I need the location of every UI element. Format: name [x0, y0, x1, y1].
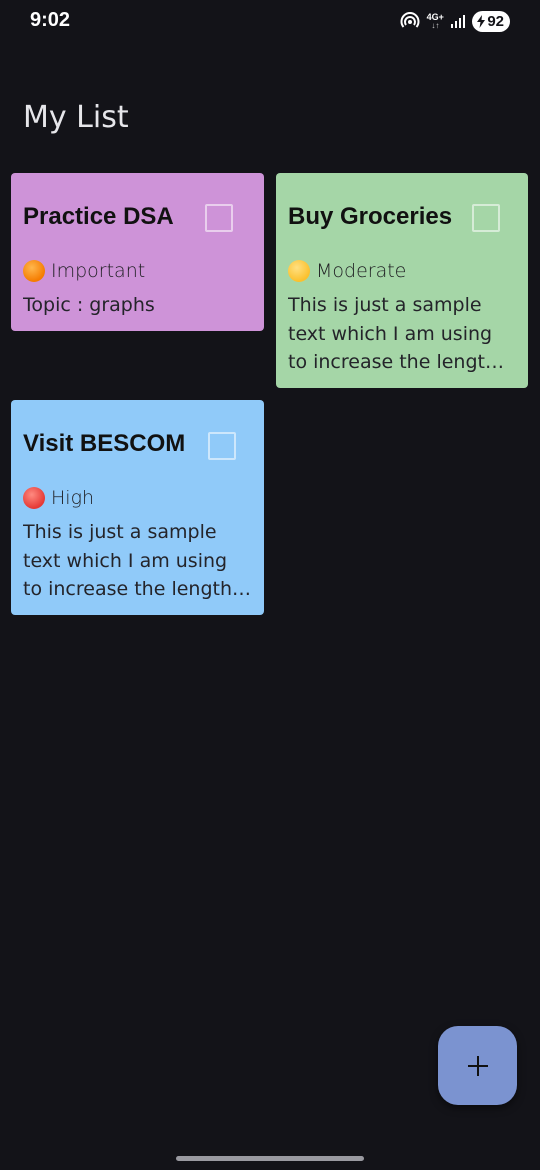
priority-row: High [23, 487, 94, 509]
status-bar: 9:02 4G+ ↓↑ 92 [0, 0, 540, 44]
priority-row: Important [23, 260, 145, 282]
battery-badge: 92 [472, 10, 510, 32]
network-indicator: 4G+ ↓↑ [426, 11, 444, 30]
priority-label: High [51, 487, 95, 509]
task-checkbox[interactable] [205, 204, 233, 232]
priority-red-dot-icon [23, 487, 45, 509]
task-description: This is just a sample text which I am us… [288, 294, 498, 373]
battery-charging-icon [477, 14, 486, 28]
priority-label: Moderate [316, 260, 407, 282]
task-card-visit-bescom[interactable]: Visit BESCOM High This is just a sample … [11, 400, 264, 615]
status-time: 9:02 [30, 9, 71, 31]
page-title: My List [23, 100, 129, 135]
network-arrows: ↓↑ [431, 20, 440, 30]
task-description: This is just a sample text which I am us… [23, 521, 233, 600]
signal-icon [451, 15, 466, 28]
network-type: 4G+ [426, 11, 444, 22]
app-screen: 9:02 4G+ ↓↑ 92 My List Practice DSA Impo… [0, 0, 540, 1170]
task-title: Visit BESCOM [23, 430, 186, 457]
battery-level: 92 [487, 12, 504, 30]
task-description: Topic : graphs [23, 294, 155, 316]
task-card-practice-dsa[interactable]: Practice DSA Important Topic : graphs [11, 173, 264, 331]
priority-orange-dot-icon [23, 260, 45, 282]
task-title: Buy Groceries [288, 203, 453, 230]
status-icons: 4G+ ↓↑ 92 [400, 10, 510, 32]
priority-row: Moderate [288, 260, 406, 282]
task-card-buy-groceries[interactable]: Buy Groceries Moderate This is just a sa… [276, 173, 528, 388]
task-checkbox[interactable] [472, 204, 500, 232]
home-indicator[interactable] [176, 1156, 364, 1161]
task-checkbox[interactable] [208, 432, 236, 460]
add-task-button[interactable] [438, 1026, 517, 1105]
priority-label: Important [51, 260, 146, 282]
plus-icon [467, 1055, 488, 1076]
hotspot-icon [400, 12, 420, 28]
task-title: Practice DSA [23, 203, 174, 230]
priority-yellow-dot-icon [288, 260, 310, 282]
